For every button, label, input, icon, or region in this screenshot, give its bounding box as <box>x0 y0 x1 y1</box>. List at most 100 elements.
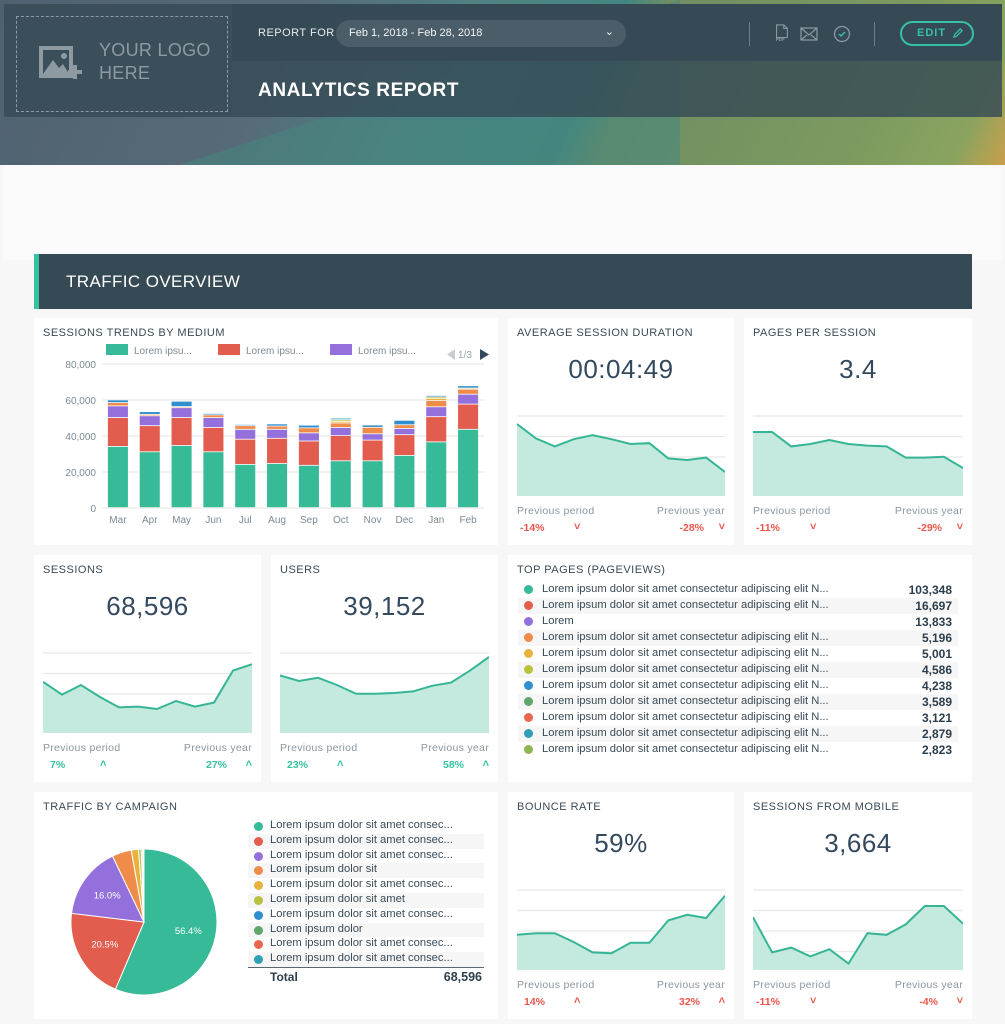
legend-item[interactable]: Lorem ipsum dolor sit amet <box>248 893 484 908</box>
y-tick-label: 40,000 <box>65 432 96 443</box>
pie-slice-label: 56.4% <box>175 926 202 937</box>
bar-segment[interactable] <box>394 428 415 435</box>
bar-segment[interactable] <box>394 455 415 508</box>
list-item[interactable]: Lorem 13,833 <box>518 614 958 630</box>
legend-item[interactable]: Lorem ipsum dolor sit amet consec... <box>248 952 484 967</box>
bar-segment[interactable] <box>267 463 288 508</box>
bar-segment[interactable] <box>107 406 128 418</box>
bar-segment[interactable] <box>362 427 383 434</box>
bar-segment[interactable] <box>426 442 447 508</box>
bar-segment[interactable] <box>171 418 192 446</box>
pdf-icon[interactable]: PDF <box>773 24 791 42</box>
legend-item[interactable]: Lorem ipsum dolor <box>248 922 484 938</box>
bar-segment[interactable] <box>203 452 224 508</box>
legend-swatch <box>218 344 240 355</box>
bar-segment[interactable] <box>139 412 160 414</box>
bar-segment[interactable] <box>394 425 415 428</box>
legend-item[interactable]: Lorem ipsum dolor sit amet consec... <box>248 849 484 864</box>
bar-segment[interactable] <box>107 403 128 406</box>
bar-segment[interactable] <box>458 429 479 508</box>
bar-segment[interactable] <box>267 424 288 426</box>
list-item[interactable]: Lorem ipsum dolor sit amet consectetur a… <box>518 582 958 598</box>
bar-segment[interactable] <box>267 426 288 429</box>
bar-segment[interactable] <box>394 420 415 425</box>
logo-drop-zone[interactable]: YOUR LOGO HERE <box>16 16 228 112</box>
bar-segment[interactable] <box>298 433 319 441</box>
bar-segment[interactable] <box>330 423 351 428</box>
bar-segment[interactable] <box>235 439 256 464</box>
legend-item[interactable]: Lorem ipsum dolor sit amet consec... <box>248 908 484 923</box>
bar-segment[interactable] <box>298 465 319 508</box>
bar-segment[interactable] <box>267 438 288 464</box>
legend-item[interactable]: Lorem ipsum dolor sit <box>248 863 484 879</box>
bar-segment[interactable] <box>330 427 351 436</box>
list-item[interactable]: Lorem ipsum dolor sit amet consectetur a… <box>518 662 958 678</box>
bar-segment[interactable] <box>426 417 447 442</box>
bar-segment[interactable] <box>458 404 479 429</box>
legend-item[interactable]: Lorem ipsum dolor sit amet consec... <box>248 833 484 849</box>
bar-segment[interactable] <box>107 418 128 446</box>
bar-segment[interactable] <box>362 434 383 440</box>
bar-segment[interactable] <box>330 421 351 423</box>
bar-segment[interactable] <box>362 461 383 508</box>
bar-segment[interactable] <box>458 389 479 394</box>
bar-segment[interactable] <box>203 418 224 428</box>
bar-segment[interactable] <box>426 395 447 397</box>
list-item[interactable]: Lorem ipsum dolor sit amet consectetur a… <box>518 678 958 694</box>
bar-segment[interactable] <box>426 397 447 398</box>
bar-segment[interactable] <box>107 400 128 403</box>
legend-item[interactable]: Lorem ipsum dolor sit amet consec... <box>248 878 484 893</box>
logo-placeholder[interactable]: YOUR LOGO HERE <box>4 4 232 117</box>
legend-item[interactable]: Lorem ipsum dolor sit amet consec... <box>248 819 484 834</box>
legend-label[interactable]: Lorem ipsu... <box>134 346 192 357</box>
bar-segment[interactable] <box>362 425 383 427</box>
bar-segment[interactable] <box>139 426 160 452</box>
bar-segment[interactable] <box>298 428 319 433</box>
bar-segment[interactable] <box>426 398 447 401</box>
legend-next-icon[interactable] <box>480 349 489 360</box>
bar-segment[interactable] <box>139 452 160 508</box>
bar-segment[interactable] <box>235 426 256 429</box>
bar-segment[interactable] <box>139 416 160 426</box>
legend-label[interactable]: Lorem ipsu... <box>358 346 416 357</box>
x-tick-label: Mar <box>109 515 127 526</box>
bar-segment[interactable] <box>298 441 319 465</box>
bar-segment[interactable] <box>458 394 479 404</box>
list-item[interactable]: Lorem ipsum dolor sit amet consectetur a… <box>518 630 958 646</box>
bar-segment[interactable] <box>107 446 128 508</box>
list-item[interactable]: Lorem ipsum dolor sit amet consectetur a… <box>518 726 958 742</box>
bar-segment[interactable] <box>330 461 351 508</box>
bar-segment[interactable] <box>362 440 383 461</box>
page-label: Lorem ipsum dolor sit amet consectetur a… <box>542 695 829 707</box>
list-item[interactable]: Lorem ipsum dolor sit amet consectetur a… <box>518 742 958 758</box>
bar-segment[interactable] <box>426 400 447 407</box>
list-item[interactable]: Lorem ipsum dolor sit amet consectetur a… <box>518 646 958 662</box>
check-circle-icon[interactable] <box>833 25 851 43</box>
bar-segment[interactable] <box>267 429 288 438</box>
email-icon[interactable] <box>800 25 818 43</box>
legend-item[interactable]: Lorem ipsum dolor sit amet consec... <box>248 937 484 952</box>
list-item[interactable]: Lorem ipsum dolor sit amet consectetur a… <box>518 598 958 614</box>
date-range-select[interactable]: Feb 1, 2018 - Feb 28, 2018 ⌄ <box>336 20 626 47</box>
bar-segment[interactable] <box>298 425 319 428</box>
list-item[interactable]: Lorem ipsum dolor sit amet consectetur a… <box>518 694 958 710</box>
bar-segment[interactable] <box>330 420 351 422</box>
edit-button[interactable]: EDIT <box>900 21 974 46</box>
legend-prev-icon[interactable] <box>447 349 455 360</box>
bar-segment[interactable] <box>426 407 447 417</box>
legend-label[interactable]: Lorem ipsu... <box>246 346 304 357</box>
bar-segment[interactable] <box>203 427 224 452</box>
bar-segment[interactable] <box>171 401 192 407</box>
bar-segment[interactable] <box>203 415 224 418</box>
bar-segment[interactable] <box>171 408 192 418</box>
bar-segment[interactable] <box>235 429 256 439</box>
bar-segment[interactable] <box>394 435 415 455</box>
bar-segment[interactable] <box>458 386 479 388</box>
bar-segment[interactable] <box>171 445 192 508</box>
bar-segment[interactable] <box>139 414 160 416</box>
bar-segment[interactable] <box>203 413 224 415</box>
bar-segment[interactable] <box>330 436 351 461</box>
page-value: 5,001 <box>921 647 952 661</box>
list-item[interactable]: Lorem ipsum dolor sit amet consectetur a… <box>518 710 958 726</box>
bar-segment[interactable] <box>235 464 256 508</box>
